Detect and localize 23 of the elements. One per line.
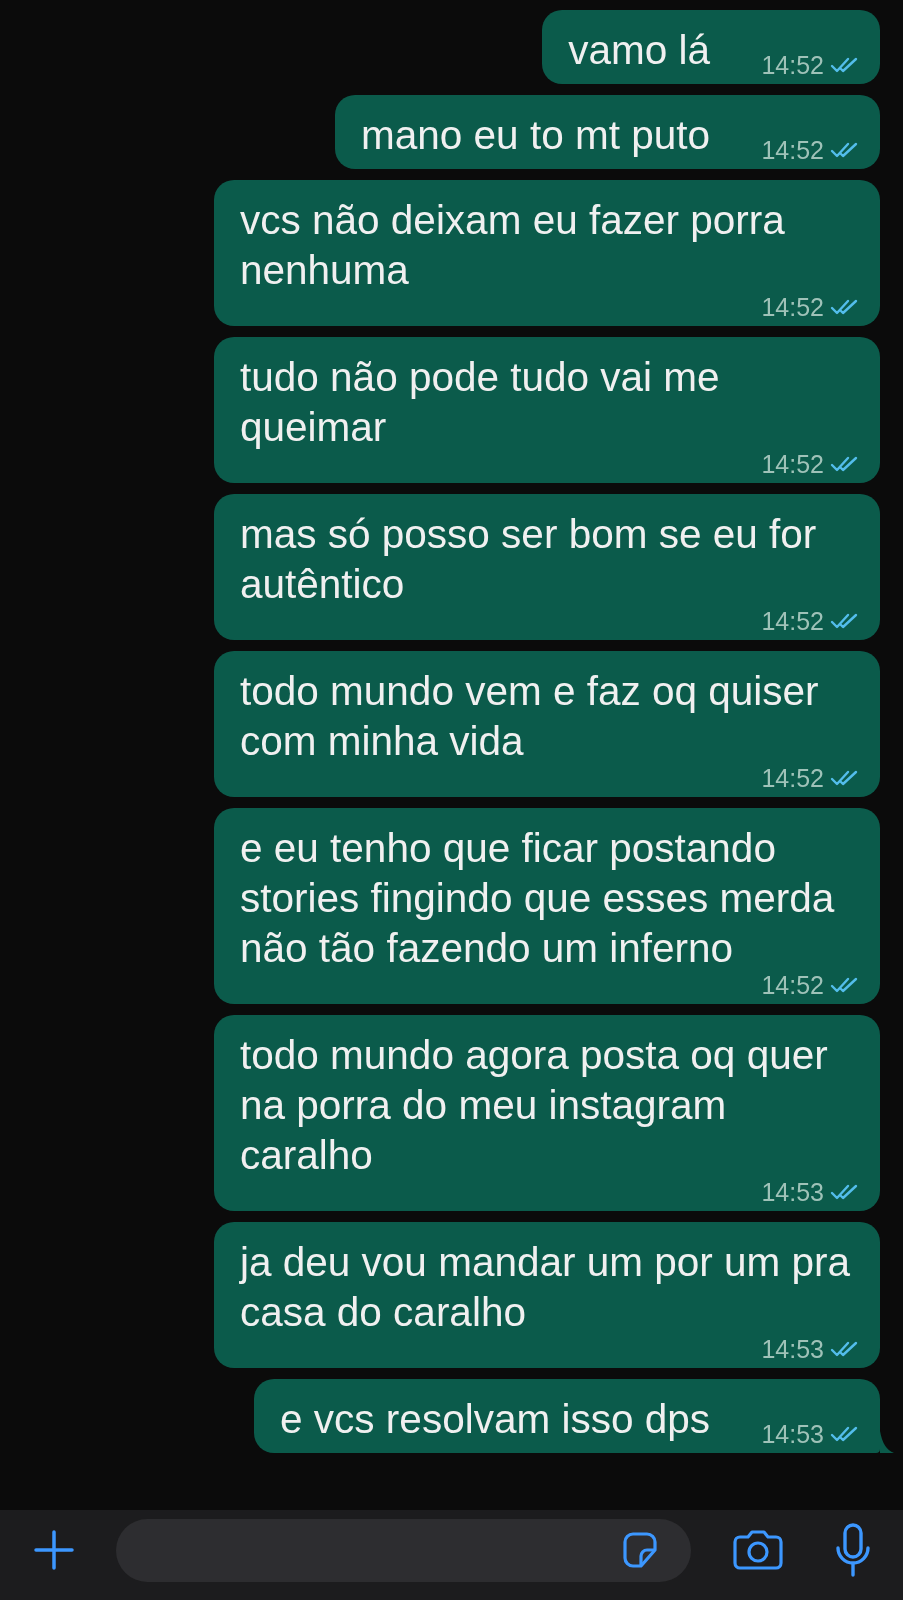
message-time: 14:52	[761, 606, 824, 636]
message-text: ja deu vou mandar um por um pra casa do caralho	[240, 1238, 852, 1337]
message-time: 14:52	[761, 50, 824, 80]
message-time: 14:53	[761, 1334, 824, 1364]
message-time: 14:52	[761, 763, 824, 793]
message-time: 14:53	[761, 1419, 824, 1449]
message-text: e eu tenho que ficar postando stories fingindo que esses merda não tão fazendo um inferno	[240, 824, 836, 973]
message-text: mas só posso ser bom se eu for autêntico	[240, 510, 818, 609]
message-time: 14:52	[761, 449, 824, 479]
camera-icon[interactable]	[731, 1528, 785, 1572]
message-text: e vcs resolvam isso dps	[280, 1395, 710, 1444]
message-time: 14:53	[761, 1177, 824, 1207]
message-time: 14:52	[761, 970, 824, 1000]
message-text: mano eu to mt puto	[361, 111, 710, 160]
plus-icon[interactable]	[32, 1528, 76, 1572]
message-text: tudo não pode tudo vai me queimar	[240, 353, 721, 452]
message-time: 14:52	[761, 135, 824, 165]
message-text: vamo lá	[568, 26, 710, 75]
message-text: vcs não deixam eu fazer porra nenhuma	[240, 196, 786, 295]
message-text: todo mundo agora posta oq quer na porra do meu instagram caralho	[240, 1031, 829, 1180]
message-time: 14:52	[761, 292, 824, 322]
message-text: todo mundo vem e faz oq quiser com minha vida	[240, 667, 820, 766]
microphone-icon[interactable]	[835, 1522, 871, 1578]
